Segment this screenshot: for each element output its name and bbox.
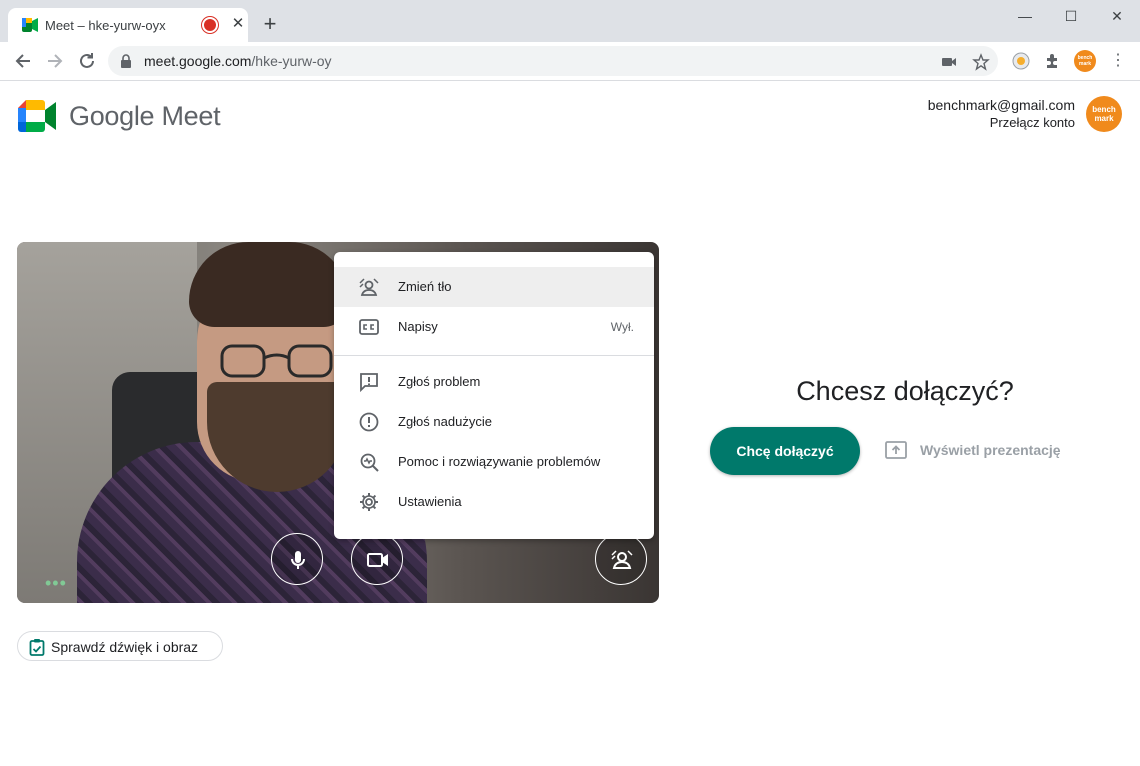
checklist-icon [29,639,45,656]
menu-item-captions[interactable]: Napisy Wył. [334,307,654,347]
menu-item-label: Ustawienia [398,494,462,509]
help-icon [360,453,379,472]
settings-icon [360,493,378,511]
present-icon [885,441,907,459]
menu-item-label: Zgłoś nadużycie [398,414,492,429]
menu-item-label: Pomoc i rozwiązywanie problemów [398,454,601,469]
lock-icon [121,54,131,68]
profile-avatar-icon[interactable]: bench mark [1074,50,1096,72]
meet-logo-icon [18,100,56,132]
microphone-icon [291,551,305,569]
options-menu: Zmień tło Napisy Wył. Zgłoś problem Zgło… [334,252,654,539]
switch-account-link[interactable]: Przełącz konto [928,115,1075,130]
tab-title: Meet – hke-yurw-oyx [45,18,166,33]
check-audio-video-button[interactable]: Sprawdź dźwięk i obraz [17,631,223,661]
back-icon[interactable] [10,48,36,74]
captions-state: Wył. [610,320,634,334]
account-info: benchmark@gmail.com Przełącz konto [928,97,1075,130]
menu-item-change-background[interactable]: Zmień tło [334,267,654,307]
bookmark-star-icon[interactable] [972,53,990,71]
meet-favicon-icon [22,18,38,32]
join-heading: Chcesz dołączyć? [796,376,1014,406]
avatar[interactable]: bench mark [1086,96,1122,132]
recording-indicator-icon [204,19,216,31]
tab-close-icon[interactable]: ✕ [228,14,248,34]
menu-item-settings[interactable]: Ustawienia [334,482,654,522]
menu-item-report-abuse[interactable]: Zgłoś nadużycie [334,402,654,442]
preview-person-glasses [220,344,333,378]
browser-toolbar: meet.google.com/hke-yurw-oy bench mark ⋮ [0,42,1140,81]
menu-item-help[interactable]: Pomoc i rozwiązywanie problemów [334,442,654,482]
menu-divider [334,355,654,356]
background-icon [359,278,379,296]
extensions-puzzle-icon[interactable] [1043,51,1063,71]
visual-effects-button[interactable] [595,533,647,585]
feedback-icon [360,373,378,393]
url-text: meet.google.com/hke-yurw-oy [144,53,332,69]
window-close-icon[interactable]: ✕ [1094,4,1140,28]
present-label: Wyświetl prezentację [920,442,1061,458]
browser-tab-strip: Meet – hke-yurw-oyx ✕ + — ☐ ✕ [0,0,1140,42]
preview-person-hair [189,242,349,327]
report-icon [359,412,379,432]
extension-icon[interactable] [1011,51,1031,71]
browser-tab[interactable]: Meet – hke-yurw-oyx ✕ [8,8,248,42]
captions-icon [359,319,379,335]
camera-icon [367,553,388,567]
minimize-icon[interactable]: — [1002,4,1048,28]
more-options-icon[interactable]: ••• [45,573,67,594]
forward-icon[interactable] [42,48,68,74]
browser-menu-icon[interactable]: ⋮ [1110,51,1126,71]
join-button[interactable]: Chcę dołączyć [710,427,860,475]
meet-brand-title: Google Meet [69,101,221,131]
menu-item-label: Zmień tło [398,279,452,294]
camera-in-use-icon[interactable] [940,53,958,71]
reload-icon[interactable] [74,48,100,74]
camera-button[interactable] [351,533,403,585]
address-bar[interactable]: meet.google.com/hke-yurw-oy [108,46,998,76]
new-tab-button[interactable]: + [258,12,282,36]
background-effects-icon [611,550,633,569]
menu-item-report-problem[interactable]: Zgłoś problem [334,362,654,402]
check-audio-video-label: Sprawdź dźwięk i obraz [51,639,199,655]
maximize-icon[interactable]: ☐ [1048,4,1094,28]
menu-item-label: Napisy [398,319,438,334]
account-email: benchmark@gmail.com [927,97,1075,113]
microphone-button[interactable] [271,533,323,585]
menu-item-label: Zgłoś problem [398,374,481,389]
